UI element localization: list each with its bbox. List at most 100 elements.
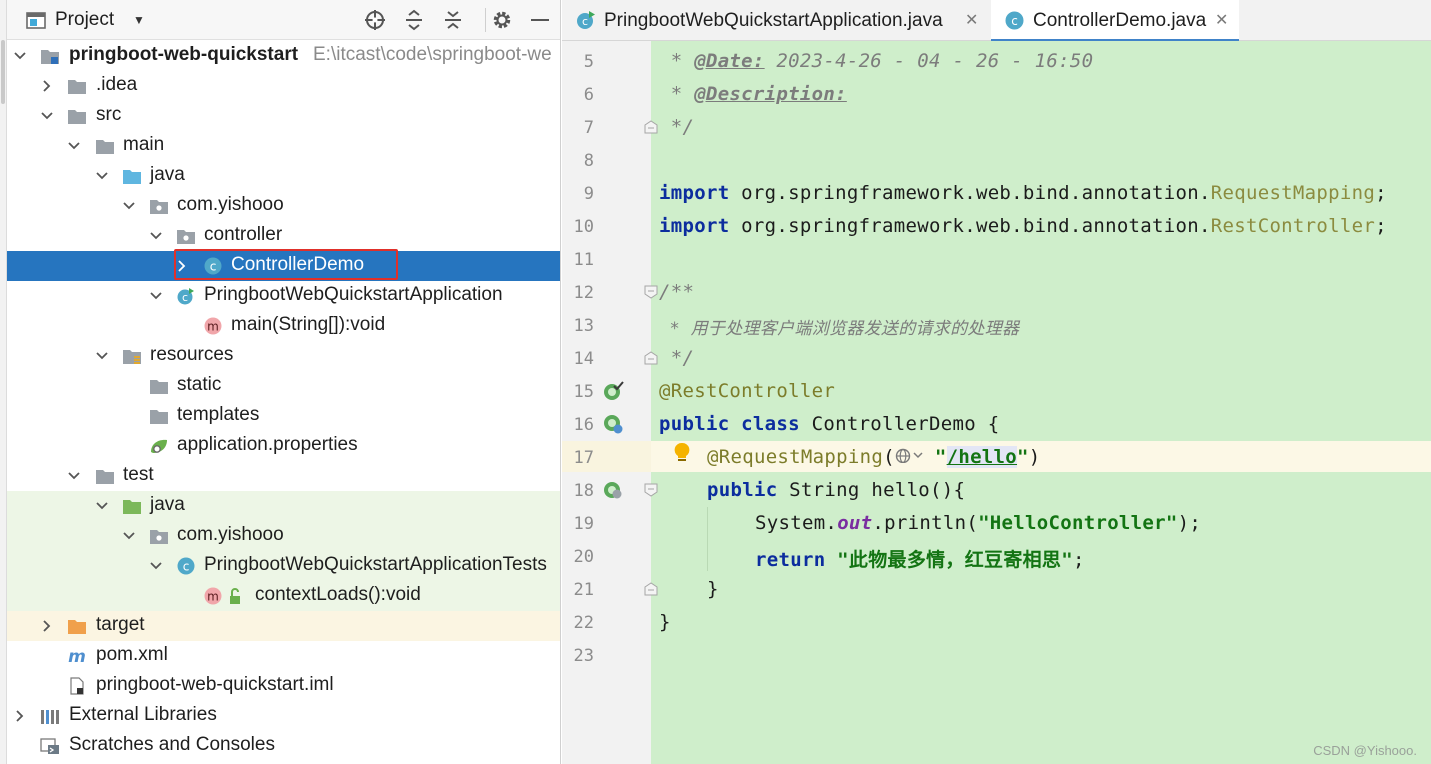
tree-item-iml[interactable]: pringboot-web-quickstart.iml	[7, 671, 560, 701]
line-number: 21	[573, 580, 594, 600]
method-icon: m	[204, 587, 222, 605]
tree-item-templates[interactable]: templates	[7, 401, 560, 431]
tree-item-main[interactable]: main	[7, 131, 560, 161]
tree-item-application-properties[interactable]: application.properties	[7, 431, 560, 461]
project-window-icon	[26, 12, 46, 29]
paren: (	[883, 446, 895, 468]
chevron-down-icon[interactable]	[149, 229, 163, 243]
semicolon: ;	[1375, 182, 1387, 204]
fold-end-icon[interactable]	[644, 351, 658, 365]
code-area[interactable]	[651, 41, 1431, 764]
chevron-down-icon[interactable]: ▼	[133, 13, 145, 27]
chevron-right-icon[interactable]	[13, 709, 27, 723]
tab-label: ControllerDemo.java	[1033, 10, 1207, 31]
line-number: 12	[573, 283, 594, 303]
svg-text:m: m	[68, 647, 86, 665]
close-icon[interactable]: ✕	[965, 10, 978, 30]
chevron-down-icon[interactable]	[13, 49, 27, 63]
expand-all-button[interactable]	[402, 8, 426, 32]
tree-item-label: pom.xml	[96, 644, 168, 665]
expand-all-icon	[406, 9, 422, 31]
tree-item-static[interactable]: static	[7, 371, 560, 401]
tree-item-pom[interactable]: m pom.xml	[7, 641, 560, 671]
tree-item-external-libraries[interactable]: External Libraries	[7, 701, 560, 731]
package-icon	[150, 530, 168, 544]
chevron-down-icon[interactable]	[149, 289, 163, 303]
hide-panel-button[interactable]	[528, 8, 552, 32]
chevron-down-icon[interactable]	[122, 529, 136, 543]
chevron-right-icon[interactable]	[40, 79, 54, 93]
chevron-down-icon[interactable]	[67, 139, 81, 153]
spring-bean-check-icon[interactable]	[602, 380, 624, 402]
tree-item-main-method[interactable]: m main(String[]):void	[7, 311, 560, 341]
keyword: return	[755, 549, 826, 571]
chevron-down-icon[interactable]	[67, 469, 81, 483]
tree-item-contextloads[interactable]: m contextLoads():void	[7, 581, 560, 611]
tree-item-label: static	[177, 374, 222, 395]
fold-end-icon[interactable]	[644, 582, 658, 596]
watermark: CSDN @Yishooo.	[1313, 743, 1417, 758]
options-button[interactable]	[490, 8, 514, 32]
svg-text:c: c	[183, 560, 190, 574]
tree-item-test-java[interactable]: java	[7, 491, 560, 521]
spring-request-mapping-icon[interactable]	[602, 479, 624, 501]
tree-item-tests-class[interactable]: c PringbootWebQuickstartApplicationTests	[7, 551, 560, 581]
keyword: import	[659, 215, 730, 237]
spring-class-icon: c	[177, 288, 194, 305]
tree-item-label: External Libraries	[69, 704, 217, 725]
code-line-10: import org.springframework.web.bind.anno…	[659, 215, 1387, 237]
chevron-down-icon[interactable]	[95, 349, 109, 363]
spring-properties-icon	[151, 439, 167, 453]
tree-item-java[interactable]: java	[7, 161, 560, 191]
tree-item-package[interactable]: com.yishooo	[7, 191, 560, 221]
chevron-down-icon[interactable]	[95, 499, 109, 513]
lightbulb-icon[interactable]	[672, 441, 692, 463]
tree-item-project-root[interactable]: pringboot-web-quickstart E:\itcast\code\…	[7, 41, 560, 71]
tree-item-application-class[interactable]: c PringbootWebQuickstartApplication	[7, 281, 560, 311]
class-reference: RestController	[1210, 215, 1376, 237]
annotation: @RestController	[659, 380, 836, 402]
chevron-down-icon[interactable]	[149, 559, 163, 573]
tree-item-resources[interactable]: resources	[7, 341, 560, 371]
tab-label: PringbootWebQuickstartApplication.java	[604, 10, 943, 31]
project-view-selector[interactable]: Project	[55, 9, 114, 31]
tree-item-test-package[interactable]: com.yishooo	[7, 521, 560, 551]
fold-start-icon[interactable]	[644, 285, 658, 299]
tree-item-label: pringboot-web-quickstart.iml	[96, 674, 334, 695]
string-literal: "HelloController"	[978, 512, 1178, 534]
tree-item-label: .idea	[96, 74, 138, 95]
comment-text: * 用于处理客户端浏览器发送的请求的处理器	[659, 319, 1020, 339]
spring-bean-icon[interactable]	[602, 413, 624, 435]
tab-application-java[interactable]: c PringbootWebQuickstartApplication.java…	[562, 0, 990, 41]
keyword: import	[659, 182, 730, 204]
chevron-right-icon[interactable]	[40, 619, 54, 633]
tab-controllerdemo-java[interactable]: c ControllerDemo.java ✕	[991, 0, 1239, 42]
line-number: 15	[573, 382, 594, 402]
semicolon: );	[1177, 512, 1202, 534]
locate-file-button[interactable]	[363, 8, 387, 32]
tree-item-idea[interactable]: .idea	[7, 71, 560, 101]
chevron-down-icon[interactable]	[40, 109, 54, 123]
chevron-down-icon[interactable]	[122, 199, 136, 213]
request-path[interactable]: /hello	[946, 446, 1018, 468]
tree-item-scratches[interactable]: Scratches and Consoles	[7, 731, 560, 761]
tree-item-controller[interactable]: controller	[7, 221, 560, 251]
scrollbar-thumb[interactable]	[1, 40, 5, 104]
string-quote: "	[1017, 446, 1029, 468]
tree-item-label: pringboot-web-quickstart	[69, 44, 299, 65]
url-globe-icon[interactable]	[895, 446, 935, 468]
close-icon[interactable]: ✕	[1215, 10, 1228, 30]
tree-item-target[interactable]: target	[7, 611, 560, 641]
svg-text:m: m	[207, 320, 219, 334]
tree-item-src[interactable]: src	[7, 101, 560, 131]
code-line-7: */	[659, 116, 694, 138]
fold-start-icon[interactable]	[644, 483, 658, 497]
project-panel-header: Project ▼	[7, 0, 560, 40]
editor-tab-bar: c PringbootWebQuickstartApplication.java…	[562, 0, 1431, 42]
method-call: .println(	[872, 512, 979, 534]
line-number: 16	[573, 415, 594, 435]
collapse-all-button[interactable]	[441, 8, 465, 32]
tree-item-test[interactable]: test	[7, 461, 560, 491]
fold-end-icon[interactable]	[644, 120, 658, 134]
chevron-down-icon[interactable]	[95, 169, 109, 183]
